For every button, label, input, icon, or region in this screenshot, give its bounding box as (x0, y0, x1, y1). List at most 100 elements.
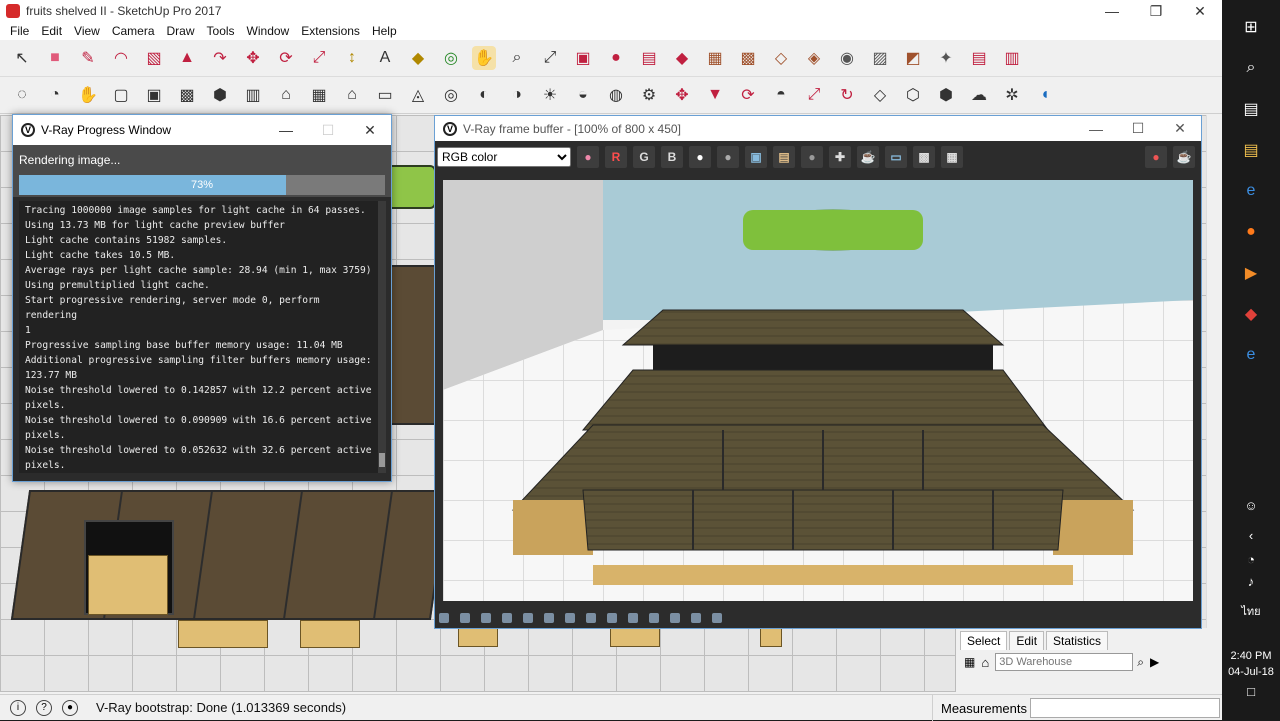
zoom-tool-icon[interactable]: ⌕ (505, 46, 529, 70)
green-channel-button[interactable]: G (633, 146, 655, 168)
arc-tool-icon[interactable]: ◠ (109, 46, 133, 70)
fb-minimize-button[interactable]: — (1075, 116, 1117, 141)
stop-render-icon[interactable]: ● (1145, 146, 1167, 168)
fb-tool-icon[interactable] (628, 613, 638, 623)
fb-tool-icon[interactable] (565, 613, 575, 623)
edge-browser-icon[interactable]: e (1237, 177, 1265, 205)
menu-file[interactable]: File (4, 24, 35, 38)
viewport-scrollbar[interactable] (1206, 115, 1222, 692)
progress-close-button[interactable]: ✕ (349, 115, 391, 145)
rotate-tool-icon[interactable]: ⟳ (274, 46, 298, 70)
region-render-icon[interactable]: ▭ (885, 146, 907, 168)
fb-tool-icon[interactable] (649, 613, 659, 623)
go-arrow-icon[interactable]: ▶ (1150, 655, 1159, 669)
tab-statistics[interactable]: Statistics (1046, 631, 1109, 650)
clear-image-icon[interactable]: ● (801, 146, 823, 168)
windows-start-icon[interactable]: ⊞ (1237, 13, 1265, 41)
tab-select[interactable]: Select (960, 631, 1008, 650)
volume-icon[interactable]: ♪ (1222, 574, 1280, 589)
progress-minimize-button[interactable]: — (265, 115, 307, 145)
progress-window-titlebar[interactable]: V V-Ray Progress Window — ☐ ✕ (13, 115, 391, 145)
dome-light-icon[interactable]: ◒ (571, 83, 595, 107)
minimize-button[interactable]: — (1090, 0, 1134, 22)
file-explorer-icon[interactable]: ▤ (1237, 136, 1265, 164)
fb-tool-icon[interactable] (544, 613, 554, 623)
stamp-tool-icon[interactable]: ◇ (769, 46, 793, 70)
back-view-icon[interactable]: ⌂ (340, 83, 364, 107)
fb-tool-icon[interactable] (502, 613, 512, 623)
section-fill-icon[interactable]: ◔ (43, 83, 67, 107)
menu-help[interactable]: Help (366, 24, 403, 38)
scale-axis-icon[interactable]: ⤢ (802, 83, 826, 107)
sketchup-taskbar-icon[interactable]: ◆ (1237, 300, 1265, 328)
warehouse-search-input[interactable] (995, 653, 1134, 671)
flip-edge-icon[interactable]: ◩ (901, 46, 925, 70)
people-icon[interactable]: ☺ (1222, 498, 1280, 513)
shaded-style-icon[interactable]: ◑ (505, 83, 529, 107)
menu-extensions[interactable]: Extensions (295, 24, 366, 38)
blue-channel-button[interactable]: B (661, 146, 683, 168)
vray-render-icon[interactable]: ▣ (571, 46, 595, 70)
close-button[interactable]: ✕ (1178, 0, 1222, 22)
hand-icon[interactable]: ✋ (76, 83, 100, 107)
fb-tool-icon[interactable] (607, 613, 617, 623)
share-model-icon[interactable]: ⬢ (934, 83, 958, 107)
vray-interactive-icon[interactable]: ● (604, 46, 628, 70)
smoove-tool-icon[interactable]: ◉ (835, 46, 859, 70)
log-scrollbar[interactable] (378, 201, 386, 473)
menu-draw[interactable]: Draw (161, 24, 201, 38)
fb-tool-icon[interactable] (691, 613, 701, 623)
input-language[interactable]: ไทย (1222, 602, 1280, 620)
zoom-extents-icon[interactable]: ⤢ (538, 46, 562, 70)
line-tool-icon[interactable]: ✎ (76, 46, 100, 70)
hidden-line-icon[interactable]: ◐ (472, 83, 496, 107)
lock-icon[interactable]: ▩ (175, 83, 199, 107)
chevron-left-icon[interactable]: ‹ (1222, 528, 1280, 543)
xray-style-icon[interactable]: ◬ (406, 83, 430, 107)
light-icon[interactable]: ☀ (538, 83, 562, 107)
measurements-input[interactable] (1030, 698, 1220, 718)
component-options-icon[interactable]: ▤ (967, 46, 991, 70)
help-icon[interactable]: ? (36, 699, 52, 716)
sphere-light-icon[interactable]: ◍ (604, 83, 628, 107)
add-detail-icon[interactable]: ▨ (868, 46, 892, 70)
orbit-tool-icon[interactable]: ◎ (439, 46, 463, 70)
fb-tool-icon[interactable] (523, 613, 533, 623)
wireframe-style-icon[interactable]: ◎ (439, 83, 463, 107)
right-view-icon[interactable]: ▦ (307, 83, 331, 107)
fb-tool-icon[interactable] (670, 613, 680, 623)
notifications-icon[interactable]: □ (1222, 684, 1280, 699)
dynamic-component-icon[interactable]: ✦ (934, 46, 958, 70)
sandbox-tool-icon[interactable]: ▦ (703, 46, 727, 70)
red-channel-button[interactable]: R (605, 146, 627, 168)
follow-me-tool-icon[interactable]: ↷ (208, 46, 232, 70)
system-clock[interactable]: 2:40 PM 04-Jul-18 (1222, 648, 1280, 680)
firefox-icon[interactable]: ● (1237, 218, 1265, 246)
render-teapot-icon[interactable]: ☕ (1173, 146, 1195, 168)
save-image-icon[interactable]: ▣ (745, 146, 767, 168)
white-sphere-icon[interactable]: ● (689, 146, 711, 168)
track-mouse-icon[interactable]: ✚ (829, 146, 851, 168)
task-view-icon[interactable]: ▤ (1237, 95, 1265, 123)
eraser-tool-icon[interactable]: ■ (43, 46, 67, 70)
menu-view[interactable]: View (68, 24, 106, 38)
warehouse-icon[interactable]: ◇ (868, 83, 892, 107)
link-icon[interactable]: ✲ (1000, 83, 1024, 107)
fb-tool-icon[interactable] (460, 613, 470, 623)
media-player-icon[interactable]: ▶ (1237, 259, 1265, 287)
channel-select[interactable]: RGB color (437, 147, 571, 167)
tab-edit[interactable]: Edit (1009, 631, 1045, 650)
push-icon[interactable]: ▼ (703, 83, 727, 107)
rotate-axis-icon[interactable]: ↻ (835, 83, 859, 107)
grey-sphere-icon[interactable]: ● (717, 146, 739, 168)
fb-tool-icon[interactable] (481, 613, 491, 623)
drape-tool-icon[interactable]: ◈ (802, 46, 826, 70)
fb-tool-icon[interactable] (712, 613, 722, 623)
extension-icon[interactable]: ⬡ (901, 83, 925, 107)
user-icon[interactable]: ● (62, 699, 78, 716)
trimble-icon[interactable]: ◖ (1033, 83, 1057, 107)
menu-window[interactable]: Window (241, 24, 296, 38)
internet-explorer-icon[interactable]: e (1237, 341, 1265, 369)
bend-icon[interactable]: ◓ (769, 83, 793, 107)
menu-camera[interactable]: Camera (106, 24, 161, 38)
